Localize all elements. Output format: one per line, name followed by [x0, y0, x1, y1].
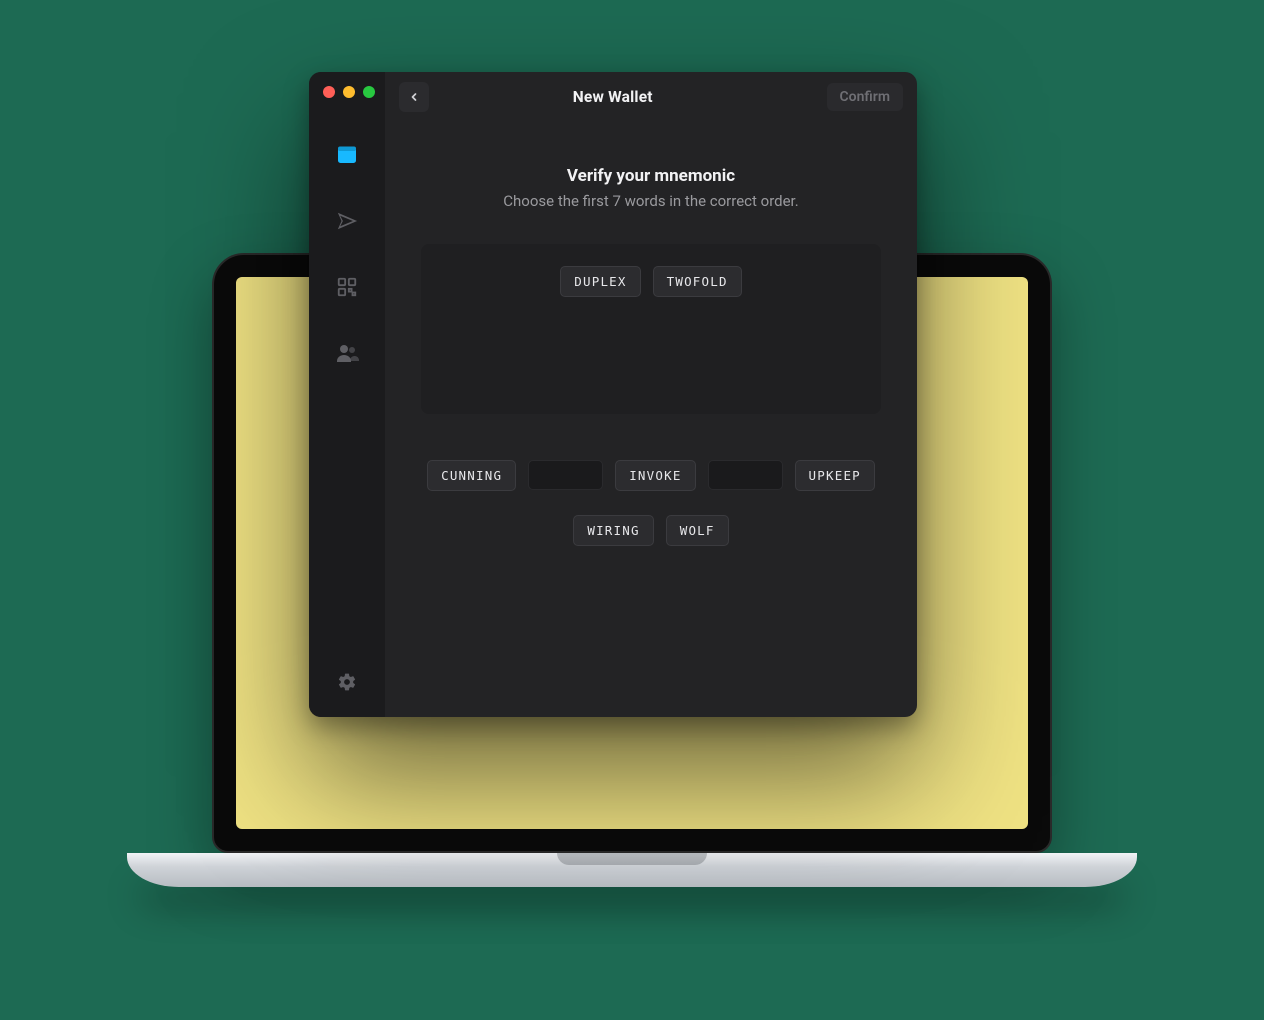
confirm-button[interactable]: Confirm [827, 83, 903, 111]
send-icon [336, 210, 358, 232]
sidebar [309, 72, 385, 717]
pool-word-chip[interactable]: WOLF [666, 515, 729, 546]
selected-word-chip[interactable]: TWOFOLD [653, 266, 742, 297]
pool-word-chip[interactable]: INVOKE [615, 460, 695, 491]
sidebar-item-contacts[interactable] [334, 340, 360, 366]
content-subheading: Choose the first 7 words in the correct … [503, 192, 798, 210]
pool-word-chip[interactable]: UPKEEP [795, 460, 875, 491]
content-heading: Verify your mnemonic [567, 166, 735, 186]
selected-word-chip[interactable]: DUPLEX [560, 266, 640, 297]
window-traffic-lights [323, 86, 375, 98]
sidebar-footer [334, 669, 360, 695]
word-slot [528, 460, 603, 490]
main-pane: New Wallet Confirm Verify your mnemonic … [385, 72, 917, 717]
pool-word-chip[interactable]: CUNNING [427, 460, 516, 491]
qr-icon [336, 276, 358, 298]
selected-words-panel: DUPLEX TWOFOLD [421, 244, 881, 414]
contacts-icon [335, 341, 359, 365]
app-window: New Wallet Confirm Verify your mnemonic … [309, 72, 917, 717]
minimize-window-button[interactable] [343, 86, 355, 98]
settings-button[interactable] [334, 669, 360, 695]
wallet-icon [335, 143, 359, 167]
pool-word-chip[interactable]: WIRING [573, 515, 653, 546]
sidebar-item-send[interactable] [334, 208, 360, 234]
sidebar-nav [334, 142, 360, 366]
content: Verify your mnemonic Choose the first 7 … [385, 122, 917, 717]
gear-icon [337, 672, 357, 692]
laptop-base [127, 853, 1137, 887]
fullscreen-window-button[interactable] [363, 86, 375, 98]
close-window-button[interactable] [323, 86, 335, 98]
page-title: New Wallet [409, 88, 817, 106]
sidebar-item-wallet[interactable] [334, 142, 360, 168]
titlebar: New Wallet Confirm [385, 72, 917, 122]
word-slot [708, 460, 783, 490]
sidebar-item-receive[interactable] [334, 274, 360, 300]
word-pool: CUNNING INVOKE UPKEEP WIRING WOLF [421, 460, 881, 558]
laptop-notch [557, 853, 707, 865]
